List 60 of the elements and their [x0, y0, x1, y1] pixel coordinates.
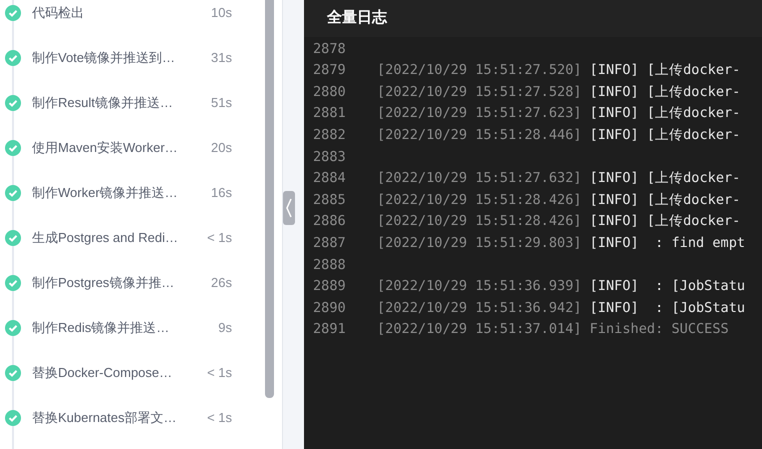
log-title: 全量日志 — [327, 8, 387, 28]
step-name[interactable]: 代码检出 — [32, 2, 192, 22]
step-duration: < 1s — [207, 408, 232, 427]
scrollbar[interactable] — [265, 0, 274, 398]
log-timestamp: [2022/10/29 15:51:28.426] — [377, 212, 582, 232]
line-number: 2878 — [312, 40, 347, 59]
log-message: [INFO] : [JobStatu — [590, 277, 746, 296]
step-name[interactable]: 生成Postgres and Redi… — [32, 228, 192, 248]
log-message: [INFO] [上传docker- — [590, 169, 740, 188]
step-duration: 9s — [218, 318, 232, 337]
log-message: [INFO] [上传docker- — [590, 190, 740, 210]
line-number: 2889 — [312, 277, 347, 296]
line-number: 2891 — [312, 320, 347, 340]
step-name[interactable]: 制作Worker镜像并推送… — [32, 182, 192, 202]
log-message: [INFO] [上传docker- — [590, 82, 740, 102]
line-number: 2882 — [312, 126, 347, 145]
step-name[interactable]: 使用Maven安装Worker… — [32, 138, 192, 158]
step-name[interactable]: 制作Postgres镜像并推… — [32, 272, 192, 292]
log-timestamp: [2022/10/29 15:51:28.446] — [377, 126, 582, 145]
chevron-left-icon — [286, 198, 292, 218]
log-message: [INFO] : [JobStatu — [590, 298, 746, 318]
step-name[interactable]: 制作Result镜像并推送… — [32, 92, 192, 112]
line-number: 2890 — [312, 298, 347, 318]
step-duration: 20s — [211, 138, 232, 157]
log-message: [INFO] [上传docker- — [590, 104, 740, 124]
log-timestamp: [2022/10/29 15:51:27.528] — [377, 82, 582, 102]
log-timestamp: [2022/10/29 15:51:29.803] — [377, 234, 582, 253]
step-name[interactable]: 替换Docker-Compose… — [32, 362, 192, 382]
step-duration: < 1s — [207, 228, 232, 247]
line-number: 2888 — [312, 256, 347, 275]
log-timestamp: [2022/10/29 15:51:37.014] — [377, 320, 582, 340]
step-duration: 51s — [211, 94, 232, 112]
log-timestamp: [2022/10/29 15:51:27.520] — [377, 61, 582, 80]
log-message: Finished: SUCCESS — [590, 320, 729, 340]
line-number: 2887 — [312, 234, 347, 253]
log-timestamp: [2022/10/29 15:51:36.942] — [377, 298, 582, 318]
log-message: [INFO] [上传docker- — [590, 61, 740, 80]
log-timestamp: [2022/10/29 15:51:27.632] — [377, 169, 582, 188]
step-name[interactable]: 制作Vote镜像并推送到… — [32, 48, 192, 68]
log-timestamp: [2022/10/29 15:51:36.939] — [377, 277, 582, 296]
log-timestamp: [2022/10/29 15:51:27.623] — [377, 104, 582, 124]
step-duration: < 1s — [207, 364, 232, 382]
log-message: [INFO] [上传docker- — [590, 212, 740, 232]
line-number: 2885 — [312, 190, 347, 210]
step-duration: 31s — [211, 48, 232, 67]
line-number: 2884 — [312, 169, 347, 188]
log-message: [INFO] : find empt — [590, 234, 746, 253]
line-number: 2880 — [312, 82, 347, 102]
line-number: 2886 — [312, 212, 347, 232]
collapse-handle[interactable] — [283, 191, 295, 225]
step-duration: 16s — [211, 184, 232, 202]
step-name[interactable]: 替换Kubernates部署文… — [32, 408, 192, 428]
log-message: [INFO] [上传docker- — [590, 126, 740, 145]
line-number: 2879 — [312, 61, 347, 80]
step-duration: 10s — [211, 4, 232, 22]
step-name[interactable]: 制作Redis镜像并推送… — [32, 318, 192, 338]
log-timestamp: [2022/10/29 15:51:28.426] — [377, 190, 582, 210]
step-duration: 26s — [211, 274, 232, 292]
line-number: 2881 — [312, 104, 347, 124]
line-number: 2883 — [312, 148, 347, 167]
